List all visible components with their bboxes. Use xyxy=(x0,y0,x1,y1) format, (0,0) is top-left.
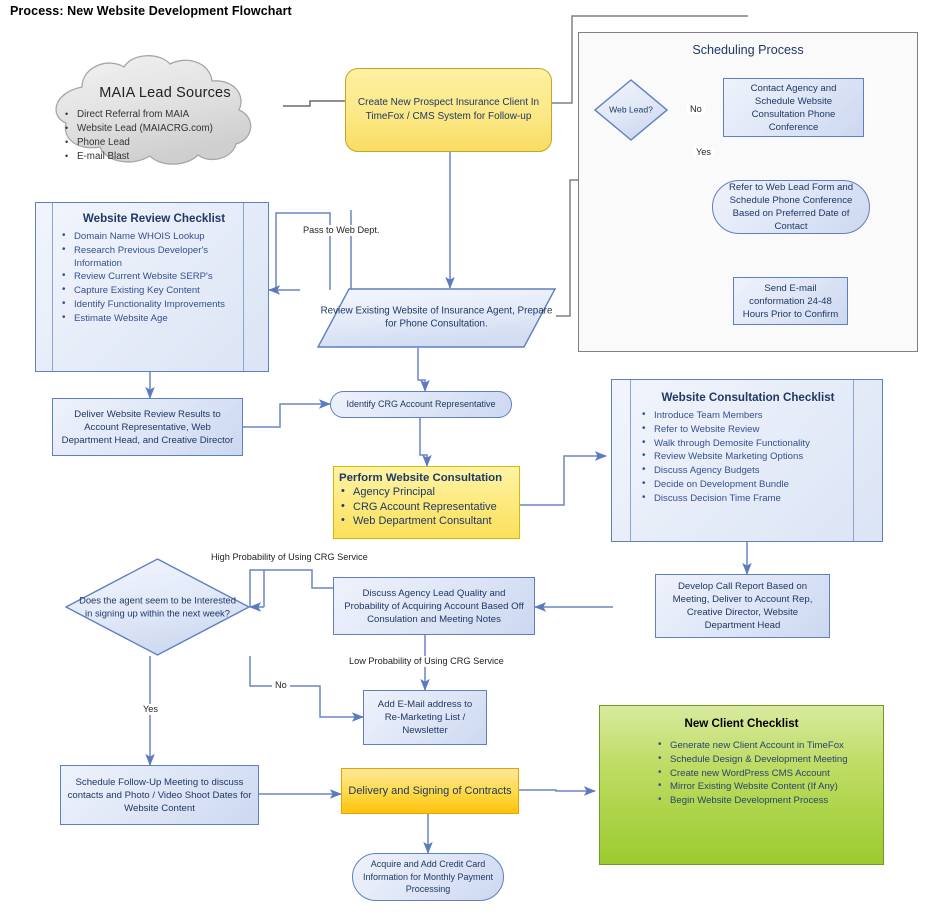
edge-label-no-web-lead: No xyxy=(687,104,705,115)
cloud-heading: MAIA Lead Sources xyxy=(99,85,231,101)
list-item: Identify Functionality Improvements xyxy=(60,298,248,312)
cloud-content: MAIA Lead Sources Direct Referral from M… xyxy=(60,85,270,164)
list-item: Generate new Client Account in TimeFox xyxy=(656,739,861,753)
contact-agency-node: Contact Agency and Schedule Website Cons… xyxy=(723,78,864,137)
page-title: Process: New Website Development Flowcha… xyxy=(10,4,292,18)
list-item: Agency Principal xyxy=(334,484,519,500)
cloud-list: Direct Referral from MAIA Website Lead (… xyxy=(60,107,270,164)
list-item: Domain Name WHOIS Lookup xyxy=(60,230,248,244)
list-item: Discuss Decision Time Frame xyxy=(640,492,856,506)
discuss-lead-quality-node: Discuss Agency Lead Quality and Probabil… xyxy=(333,577,535,635)
contact-agency-label: Contact Agency and Schedule Website Cons… xyxy=(750,82,837,133)
deliver-results-label: Deliver Website Review Results to Accoun… xyxy=(61,408,234,446)
list-item: Research Previous Developer's Informatio… xyxy=(60,244,248,271)
list-item: Schedule Design & Development Meeting xyxy=(656,753,861,767)
list-item: Direct Referral from MAIA xyxy=(60,107,270,122)
discuss-lead-quality-label: Discuss Agency Lead Quality and Probabil… xyxy=(344,587,524,625)
refer-web-lead-node: Refer to Web Lead Form and Schedule Phon… xyxy=(712,180,870,234)
list-item: E-mail Blast xyxy=(60,149,270,164)
perform-consultation-list: Agency Principal CRG Account Representat… xyxy=(334,484,519,529)
develop-call-report-node: Develop Call Report Based on Meeting, De… xyxy=(655,574,830,638)
list-item: Website Lead (MAIACRG.com) xyxy=(60,121,270,136)
list-item: Begin Website Development Process xyxy=(656,794,861,808)
identify-crg-node: Identify CRG Account Representative xyxy=(330,391,512,418)
website-consultation-checklist-list: Introduce Team Members Refer to Website … xyxy=(640,409,856,506)
web-lead-decision-label: Web Lead? xyxy=(609,104,653,115)
new-client-checklist: New Client Checklist Generate new Client… xyxy=(599,705,884,865)
edge-label-high-probability: High Probability of Using CRG Service xyxy=(208,552,371,563)
list-item: Create new WordPress CMS Account xyxy=(656,767,861,781)
send-email-node: Send E-mail conformation 24-48 Hours Pri… xyxy=(733,277,848,325)
create-prospect-label: Create New Prospect Insurance Client In … xyxy=(357,97,540,122)
edge-label-low-probability: Low Probability of Using CRG Service xyxy=(346,656,507,667)
list-item: Refer to Website Review xyxy=(640,423,856,437)
list-item: Decide on Development Bundle xyxy=(640,478,856,492)
perform-consultation-node: Perform Website Consultation Agency Prin… xyxy=(333,466,520,539)
send-email-label: Send E-mail conformation 24-48 Hours Pri… xyxy=(742,282,839,320)
list-item: Web Department Consultant xyxy=(334,513,519,529)
website-consultation-checklist: Website Consultation Checklist Introduce… xyxy=(611,379,883,542)
list-item: Phone Lead xyxy=(60,135,270,150)
acquire-credit-card-node: Acquire and Add Credit Card Information … xyxy=(352,853,504,901)
review-existing-website-node: Review Existing Website of Insurance Age… xyxy=(316,288,557,348)
list-item: Estimate Website Age xyxy=(60,312,248,326)
list-item: Review Current Website SERP's xyxy=(60,270,248,284)
scheduling-process-title: Scheduling Process xyxy=(692,43,804,57)
edge-label-no-interest: No xyxy=(272,680,290,691)
list-item: Review Website Marketing Options xyxy=(640,450,856,464)
agent-interest-decision: Does the agent seem to be Interested in … xyxy=(64,558,251,656)
list-item: Mirror Existing Website Content (If Any) xyxy=(656,780,861,794)
perform-consultation-heading: Perform Website Consultation xyxy=(339,472,503,484)
add-email-remarketing-node: Add E-Mail address to Re-Marketing List … xyxy=(363,690,487,745)
deliver-results-node: Deliver Website Review Results to Accoun… xyxy=(52,398,243,456)
website-consultation-checklist-content: Website Consultation Checklist Introduce… xyxy=(612,380,882,541)
edge-label-pass-to-web-dept: Pass to Web Dept. xyxy=(300,225,383,236)
website-review-checklist: Website Review Checklist Domain Name WHO… xyxy=(35,202,269,372)
website-review-checklist-content: Website Review Checklist Domain Name WHO… xyxy=(36,203,268,371)
refer-web-lead-label: Refer to Web Lead Form and Schedule Phon… xyxy=(728,182,854,232)
develop-call-report-label: Develop Call Report Based on Meeting, De… xyxy=(672,581,813,631)
add-email-remarketing-label: Add E-Mail address to Re-Marketing List … xyxy=(377,699,473,736)
web-lead-decision: Web Lead? xyxy=(593,79,669,141)
website-review-checklist-heading: Website Review Checklist xyxy=(82,212,226,225)
new-client-checklist-content: New Client Checklist Generate new Client… xyxy=(600,706,883,864)
review-existing-website-label: Review Existing Website of Insurance Age… xyxy=(320,305,553,330)
new-client-checklist-heading: New Client Checklist xyxy=(684,717,799,730)
new-client-checklist-list: Generate new Client Account in TimeFox S… xyxy=(656,739,861,808)
agent-interest-decision-label: Does the agent seem to be Interested in … xyxy=(79,594,236,618)
maia-lead-sources-cloud: MAIA Lead Sources Direct Referral from M… xyxy=(20,55,290,165)
list-item: Capture Existing Key Content xyxy=(60,284,248,298)
edge-label-yes-web-lead: Yes xyxy=(693,147,714,158)
list-item: Walk through Demosite Functionality xyxy=(640,437,856,451)
edge-label-yes-interest: Yes xyxy=(140,704,161,715)
list-item: Discuss Agency Budgets xyxy=(640,464,856,478)
website-review-checklist-list: Domain Name WHOIS Lookup Research Previo… xyxy=(60,230,248,326)
flowchart-canvas: Process: New Website Development Flowcha… xyxy=(0,0,937,914)
delivery-signing-node: Delivery and Signing of Contracts xyxy=(341,768,519,814)
list-item: CRG Account Representative xyxy=(334,499,519,515)
list-item: Introduce Team Members xyxy=(640,409,856,423)
delivery-signing-label: Delivery and Signing of Contracts xyxy=(348,784,512,797)
schedule-followup-node: Schedule Follow-Up Meeting to discuss co… xyxy=(60,765,259,825)
create-prospect-node: Create New Prospect Insurance Client In … xyxy=(345,68,552,152)
acquire-credit-card-label: Acquire and Add Credit Card Information … xyxy=(362,859,494,895)
identify-crg-label: Identify CRG Account Representative xyxy=(346,399,496,409)
schedule-followup-label: Schedule Follow-Up Meeting to discuss co… xyxy=(67,776,252,814)
website-consultation-checklist-heading: Website Consultation Checklist xyxy=(661,391,835,404)
